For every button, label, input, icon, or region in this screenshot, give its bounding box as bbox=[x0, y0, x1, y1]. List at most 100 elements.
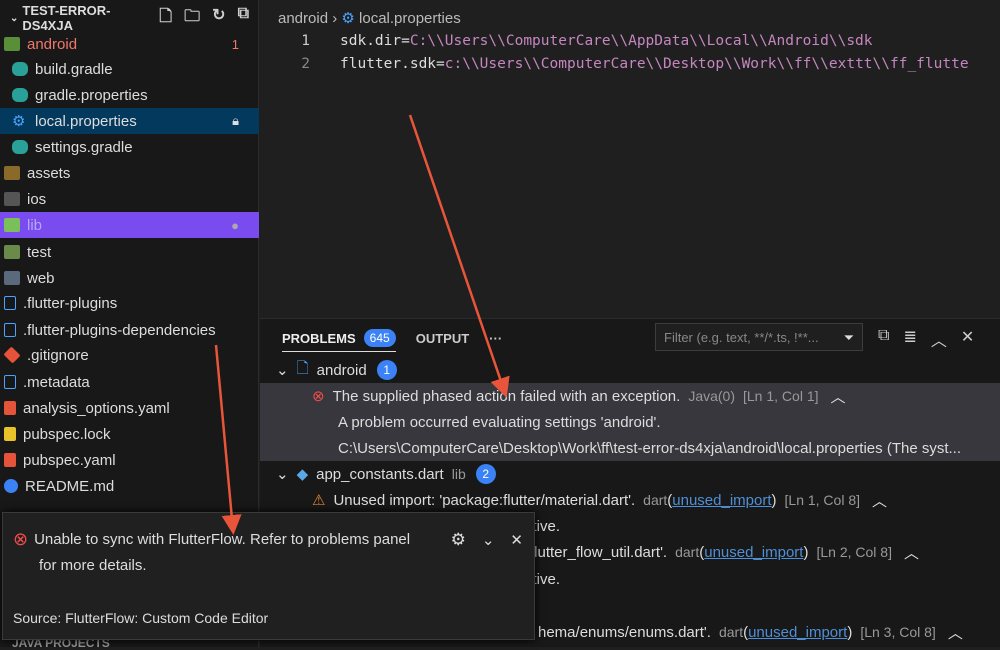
lock-icon bbox=[4, 427, 16, 441]
item-label: ios bbox=[27, 190, 47, 208]
gradle-icon bbox=[12, 88, 28, 102]
tree-item-lib[interactable]: lib ● bbox=[0, 212, 259, 238]
tree-item-gradle-properties[interactable]: gradle.properties bbox=[0, 82, 259, 108]
file-icon bbox=[4, 375, 16, 389]
problem-item[interactable]: ⚠ Unused import: 'package:flutter/materia… bbox=[260, 487, 1000, 513]
group-count: 2 bbox=[475, 464, 496, 484]
problem-detail: C:\Users\ComputerCare\Desktop\Work\ff\te… bbox=[260, 435, 1000, 461]
chevron-down-icon: ⌄ bbox=[276, 466, 289, 483]
gear-icon: ⚙ bbox=[341, 10, 355, 27]
tree-item-readme[interactable]: README.md bbox=[0, 473, 259, 499]
tab-output[interactable]: OUTPUT bbox=[416, 331, 469, 350]
lock-icon: 🔒︎ bbox=[232, 113, 239, 128]
yaml-icon bbox=[4, 401, 16, 415]
problems-count-badge: 645 bbox=[363, 329, 396, 347]
problem-group-android[interactable]: ⌄ 🗋 android 1 bbox=[260, 357, 1000, 383]
problem-location: [Ln 1, Col 8] bbox=[784, 492, 861, 508]
file-icon bbox=[4, 323, 16, 337]
tree-item-local-properties[interactable]: ⚙ local.properties 🔒︎ bbox=[0, 108, 259, 134]
problem-code-link[interactable]: unused_import bbox=[704, 544, 803, 561]
problem-group-app-constants[interactable]: ⌄ ◆ app_constants.dart lib 2 bbox=[260, 461, 1000, 487]
item-label: gradle.properties bbox=[35, 86, 148, 104]
error-icon: ⊗ bbox=[13, 529, 29, 549]
filter-input[interactable]: Filter (e.g. text, **/*.ts, !**... ⏷ bbox=[655, 323, 863, 351]
item-label: lib bbox=[27, 216, 43, 234]
tree-item-gitignore[interactable]: .gitignore bbox=[0, 342, 259, 368]
close-panel-icon[interactable]: ✕ bbox=[961, 327, 974, 351]
chevron-down-icon[interactable]: ⌄ bbox=[482, 531, 495, 549]
item-label: pubspec.lock bbox=[23, 425, 111, 443]
notification-message-continued: for more details. bbox=[39, 557, 147, 574]
folder-icon bbox=[4, 192, 20, 206]
dart-icon: ◆ bbox=[296, 466, 309, 483]
collapse-icon[interactable]: ︿ bbox=[872, 490, 887, 511]
collapse-icon[interactable]: ︿ bbox=[948, 622, 963, 643]
folder-icon bbox=[4, 271, 20, 285]
view-as-list-icon[interactable]: ≣ bbox=[903, 327, 916, 351]
tree-item-pubspec-lock[interactable]: pubspec.lock bbox=[0, 421, 259, 447]
problem-source: dart bbox=[675, 544, 700, 560]
problem-source: Java(0) bbox=[688, 388, 735, 404]
item-label: android bbox=[27, 35, 78, 53]
tree-item-web[interactable]: web bbox=[0, 265, 259, 291]
collapse-icon[interactable]: ︿ bbox=[904, 542, 919, 563]
new-folder-icon[interactable]: 🗀 bbox=[184, 5, 200, 32]
tree-item-analysis-options[interactable]: analysis_options.yaml bbox=[0, 395, 259, 421]
collapse-all-icon[interactable]: ⧉ bbox=[238, 5, 249, 32]
code-editor[interactable]: android › ⚙ local.properties 1 sdk.dir=C… bbox=[260, 0, 1000, 318]
gradle-icon bbox=[12, 140, 28, 154]
git-icon bbox=[3, 346, 21, 364]
group-file: android bbox=[316, 361, 367, 379]
tree-item-flutter-plugins[interactable]: .flutter-plugins bbox=[0, 290, 259, 316]
tab-label: PROBLEMS bbox=[282, 330, 356, 346]
tree-item-metadata[interactable]: .metadata bbox=[0, 369, 259, 395]
close-icon[interactable]: ✕ bbox=[510, 531, 523, 549]
item-label: analysis_options.yaml bbox=[23, 399, 170, 417]
gear-icon: ⚙ bbox=[12, 113, 26, 130]
tree-item-pubspec-yaml[interactable]: pubspec.yaml bbox=[0, 447, 259, 473]
folder-icon bbox=[4, 218, 20, 232]
breadcrumb-file[interactable]: local.properties bbox=[359, 10, 461, 27]
problem-message: Unused import: 'package:flutter/material… bbox=[333, 491, 636, 509]
new-file-icon[interactable]: 🗋 bbox=[159, 5, 172, 32]
problem-source: dart bbox=[643, 492, 668, 508]
file-icon bbox=[4, 296, 16, 310]
more-actions-icon[interactable]: ··· bbox=[489, 331, 502, 350]
problem-item[interactable]: ⊗ The supplied phased action failed with … bbox=[260, 383, 1000, 409]
tree-item-build-gradle[interactable]: build.gradle bbox=[0, 56, 259, 82]
filter-icon[interactable]: ⏷ bbox=[844, 330, 854, 345]
gear-icon[interactable]: ⚙ bbox=[451, 530, 466, 550]
item-label: .flutter-plugins-dependencies bbox=[23, 321, 216, 339]
breadcrumb-folder[interactable]: android bbox=[278, 10, 328, 27]
tree-item-assets[interactable]: assets bbox=[0, 160, 259, 186]
tree-item-flutter-plugins-dependencies[interactable]: .flutter-plugins-dependencies bbox=[0, 317, 259, 343]
android-folder-icon bbox=[4, 37, 20, 51]
property-key: flutter.sdk= bbox=[340, 56, 445, 72]
line-number: 2 bbox=[301, 56, 310, 72]
code-line[interactable]: flutter.sdk=c:\\Users\\ComputerCare\\Des… bbox=[340, 56, 969, 72]
filter-placeholder: Filter (e.g. text, **/*.ts, !**... bbox=[664, 330, 819, 345]
tab-problems[interactable]: PROBLEMS 645 bbox=[282, 329, 396, 352]
tree-item-ios[interactable]: ios bbox=[0, 186, 259, 212]
tree-item-settings-gradle[interactable]: settings.gradle bbox=[0, 134, 259, 160]
item-label: test bbox=[27, 243, 52, 261]
tree-item-test[interactable]: test bbox=[0, 239, 259, 265]
code-line[interactable]: sdk.dir=C:\\Users\\ComputerCare\\AppData… bbox=[340, 33, 873, 49]
breadcrumb: android › ⚙ local.properties bbox=[278, 9, 461, 27]
yaml-icon bbox=[4, 453, 16, 467]
problem-code-link[interactable]: unused_import bbox=[672, 492, 771, 509]
group-folder: lib bbox=[451, 466, 466, 482]
chevron-down-icon[interactable]: ⌄ bbox=[10, 13, 18, 24]
problem-code-link[interactable]: unused_import bbox=[748, 624, 847, 641]
gradle-icon bbox=[12, 62, 28, 76]
warning-icon: ⚠ bbox=[312, 492, 326, 509]
collapse-icon[interactable]: ︿ bbox=[831, 386, 846, 407]
property-value: C:\\Users\\ComputerCare\\AppData\\Local\… bbox=[409, 33, 873, 49]
chevron-right-icon: › bbox=[332, 10, 342, 27]
folder-icon bbox=[4, 166, 20, 180]
maximize-panel-icon[interactable]: ︿ bbox=[931, 327, 947, 351]
copy-icon[interactable]: ⧉ bbox=[878, 327, 889, 351]
tree-item-android[interactable]: android 1 bbox=[0, 31, 259, 57]
file-icon: 🗋 bbox=[296, 359, 309, 377]
refresh-icon[interactable]: ↻ bbox=[212, 5, 225, 32]
